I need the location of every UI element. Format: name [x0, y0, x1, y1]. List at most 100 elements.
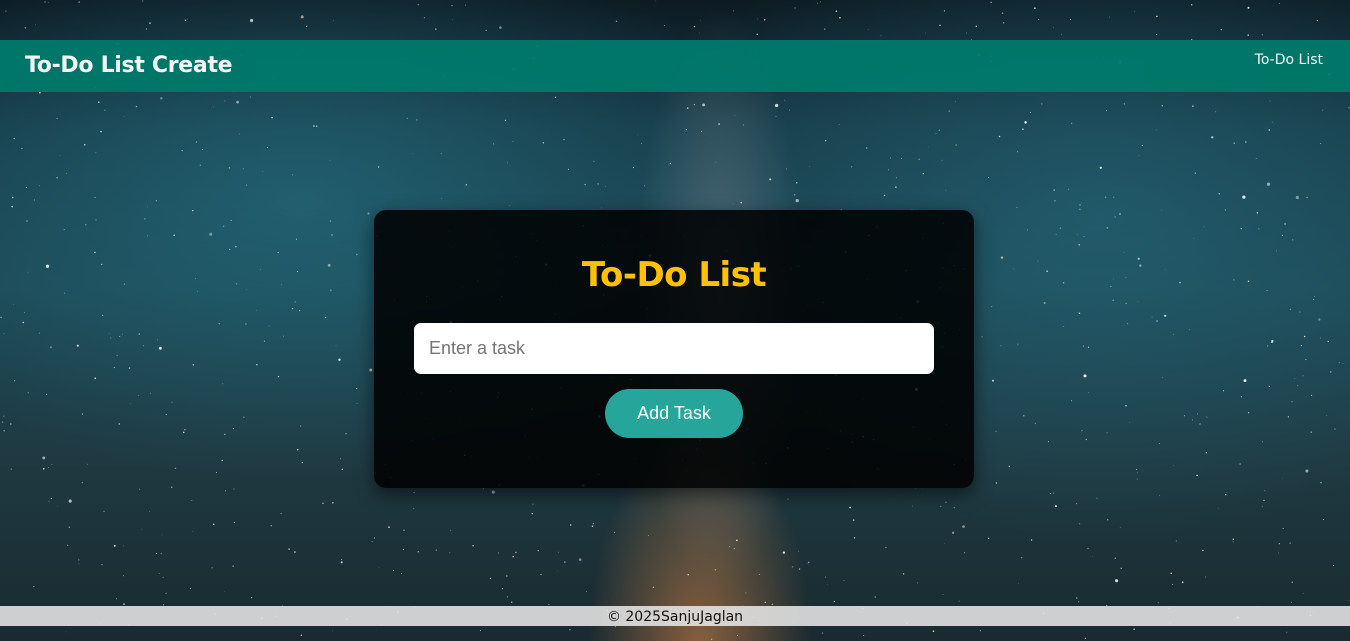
star [78, 563, 80, 565]
star [1081, 202, 1082, 204]
star [615, 20, 618, 23]
star [277, 252, 279, 254]
star [192, 209, 194, 212]
task-input[interactable] [414, 323, 934, 374]
star [10, 423, 12, 425]
star [294, 551, 296, 553]
star [1155, 129, 1157, 131]
star [1173, 465, 1175, 467]
star [280, 284, 282, 286]
star [1000, 345, 1002, 347]
star [1332, 565, 1334, 567]
star [1151, 316, 1153, 318]
star [932, 630, 935, 632]
star [156, 339, 158, 341]
star [782, 551, 786, 554]
star [1287, 416, 1290, 418]
star [902, 573, 905, 575]
star [1192, 105, 1194, 107]
star [1068, 188, 1070, 190]
star [1240, 396, 1242, 398]
star [65, 173, 67, 174]
star [764, 601, 767, 604]
star [5, 10, 7, 12]
star [356, 253, 358, 256]
star [1, 421, 4, 423]
star [1303, 592, 1304, 594]
star [614, 626, 616, 628]
star [1083, 374, 1087, 378]
star [1075, 502, 1078, 505]
site-brand[interactable]: To-Do List Create [25, 53, 233, 78]
star [824, 28, 826, 30]
star [507, 162, 508, 164]
star [1071, 122, 1073, 124]
star [1190, 4, 1193, 6]
star [1113, 196, 1115, 198]
star [758, 574, 760, 576]
star [100, 130, 102, 133]
star [1134, 11, 1135, 13]
star [504, 119, 507, 122]
star [1109, 16, 1110, 18]
star [245, 323, 247, 325]
star [499, 26, 502, 29]
star [1053, 189, 1055, 191]
star [124, 283, 125, 285]
star [291, 307, 294, 310]
star [173, 234, 175, 236]
star [94, 196, 96, 199]
star [1289, 542, 1291, 544]
star [63, 292, 65, 294]
star [39, 185, 40, 187]
star [33, 585, 35, 588]
star [300, 15, 304, 19]
add-task-button[interactable]: Add Task [605, 389, 743, 438]
star [229, 248, 231, 250]
star [1196, 474, 1198, 477]
star [98, 101, 100, 103]
star [144, 218, 146, 220]
star [150, 392, 152, 394]
star [941, 159, 943, 161]
star [356, 387, 358, 389]
star [236, 100, 239, 104]
star [49, 346, 52, 349]
star [532, 503, 534, 505]
star [190, 587, 191, 589]
star [948, 110, 950, 112]
star [1156, 15, 1158, 18]
star [895, 186, 897, 188]
star [853, 537, 856, 539]
star [945, 501, 947, 503]
star [1263, 499, 1265, 502]
star [512, 555, 514, 558]
star [794, 7, 796, 9]
star [406, 117, 408, 120]
star [1078, 243, 1081, 246]
star [1135, 468, 1138, 471]
star [479, 629, 481, 631]
star [1269, 100, 1271, 102]
star [1085, 438, 1088, 441]
star [564, 561, 566, 563]
star [1023, 415, 1025, 417]
nav-link-todo-list[interactable]: To-Do List [1255, 52, 1323, 68]
star [1184, 415, 1185, 417]
star [59, 155, 61, 157]
star [483, 488, 485, 490]
star [412, 153, 414, 155]
star [1076, 234, 1078, 236]
star [1125, 277, 1127, 278]
star [998, 135, 1001, 138]
star [1193, 237, 1194, 239]
star [356, 403, 358, 404]
star [1220, 28, 1222, 31]
star [101, 563, 103, 566]
star [951, 531, 955, 534]
star [76, 344, 79, 347]
star [1320, 143, 1322, 144]
star [1078, 523, 1081, 525]
todo-card: To-Do List Add Task [374, 210, 974, 488]
star [734, 114, 736, 116]
